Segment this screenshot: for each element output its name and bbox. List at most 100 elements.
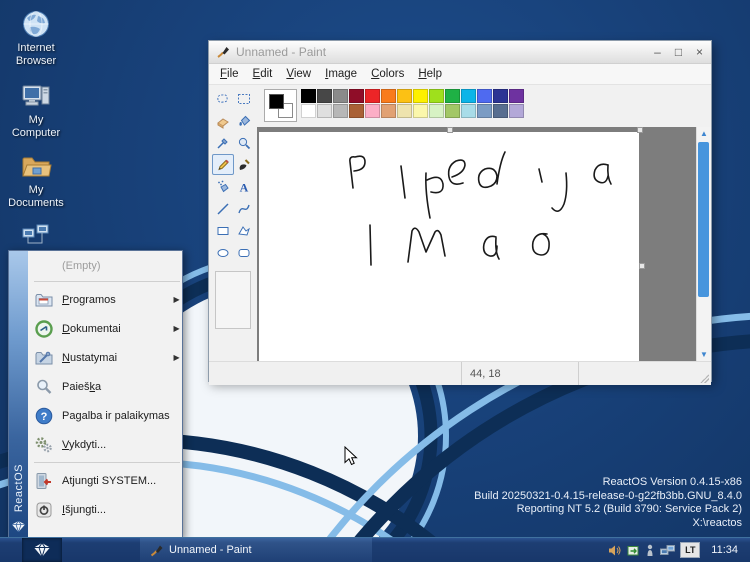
menu-help[interactable]: Help: [411, 66, 449, 82]
volume-icon[interactable]: [608, 544, 622, 557]
menu-edit[interactable]: Edit: [246, 66, 280, 82]
canvas-resize-handle[interactable]: [447, 127, 453, 133]
palette-swatch[interactable]: [493, 104, 508, 118]
submenu-arrow-icon: ▶: [170, 295, 180, 304]
tool-polygon-button[interactable]: [233, 220, 255, 241]
palette-swatch[interactable]: [429, 104, 444, 118]
language-indicator[interactable]: LT: [680, 542, 700, 558]
palette-swatch[interactable]: [461, 89, 476, 103]
tool-eraser-button[interactable]: [212, 110, 234, 131]
start-menu-item-pagalba[interactable]: ? Pagalba ir palaikymas: [28, 401, 186, 430]
submenu-arrow-icon: ▶: [170, 324, 180, 333]
canvas-resize-handle[interactable]: [639, 263, 645, 269]
palette-swatch[interactable]: [381, 104, 396, 118]
desktop-icon-label: Internet Browser: [4, 42, 68, 68]
color-indicator[interactable]: [264, 89, 297, 122]
tool-airbrush-button[interactable]: [212, 176, 234, 197]
desktop-icon-my-computer[interactable]: My Computer: [4, 80, 68, 140]
system-tray: LT 11:34: [608, 538, 746, 562]
svg-text:?: ?: [41, 411, 48, 423]
tool-line-button[interactable]: [212, 198, 234, 219]
paint-palette-bar: [257, 85, 711, 127]
start-menu-item-dokumentai[interactable]: Dokumentai ▶: [28, 314, 186, 343]
tool-rectangle-button[interactable]: [212, 220, 234, 241]
minimize-button[interactable]: –: [648, 43, 667, 61]
menu-view[interactable]: View: [279, 66, 318, 82]
paint-canvas[interactable]: [259, 132, 639, 361]
palette-swatch[interactable]: [509, 104, 524, 118]
palette-swatch[interactable]: [365, 104, 380, 118]
tool-magnifier-button[interactable]: [233, 132, 255, 153]
palette-swatch[interactable]: [509, 89, 524, 103]
menu-image[interactable]: Image: [318, 66, 364, 82]
start-menu-item-isjungti[interactable]: Išjungti...: [28, 495, 186, 524]
scroll-up-icon[interactable]: ▲: [697, 127, 711, 140]
paint-toolbox: A: [209, 85, 258, 361]
palette-swatch[interactable]: [477, 104, 492, 118]
update-tray-icon[interactable]: [627, 544, 640, 557]
palette-swatch[interactable]: [317, 104, 332, 118]
palette-swatch[interactable]: [317, 89, 332, 103]
palette-swatch[interactable]: [413, 89, 428, 103]
menu-colors[interactable]: Colors: [364, 66, 411, 82]
canvas-resize-handle[interactable]: [637, 127, 643, 133]
palette-swatch[interactable]: [429, 89, 444, 103]
tool-free-form-select-button[interactable]: [212, 88, 234, 109]
scrollbar-thumb[interactable]: [698, 142, 709, 297]
desktop-icon-internet-browser[interactable]: Internet Browser: [4, 8, 68, 68]
tool-rounded-rectangle-button[interactable]: [233, 242, 255, 263]
tool-color-picker-button[interactable]: [212, 132, 234, 153]
network-tray-icon[interactable]: [660, 544, 675, 557]
palette-swatch[interactable]: [349, 104, 364, 118]
palette-swatch[interactable]: [349, 89, 364, 103]
palette-swatch[interactable]: [397, 104, 412, 118]
palette-swatch[interactable]: [333, 104, 348, 118]
tool-fill-button[interactable]: [233, 110, 255, 131]
tool-ellipse-button[interactable]: [212, 242, 234, 263]
palette-swatch[interactable]: [301, 104, 316, 118]
palette-swatch[interactable]: [301, 89, 316, 103]
palette-swatch[interactable]: [365, 89, 380, 103]
tool-select-button[interactable]: [233, 88, 255, 109]
start-button[interactable]: [22, 538, 62, 562]
paint-titlebar[interactable]: Unnamed - Paint – □ ×: [209, 41, 711, 64]
os-version-text: ReactOS Version 0.4.15-x86 Build 2025032…: [474, 476, 742, 530]
start-menu-item-paieska[interactable]: Paieška: [28, 372, 186, 401]
menu-separator: [34, 281, 180, 282]
vertical-scrollbar[interactable]: ▲ ▼: [696, 127, 711, 361]
menu-file[interactable]: File: [213, 66, 246, 82]
documents-icon: [34, 319, 54, 339]
tool-brush-button[interactable]: [233, 154, 255, 175]
banner-os-name: ReactOS: [13, 464, 25, 512]
task-label: Unnamed - Paint: [169, 544, 252, 556]
tool-options-panel[interactable]: [215, 271, 251, 329]
paint-work-area: [257, 127, 697, 361]
start-menu-item-atjungti[interactable]: Atjungti SYSTEM...: [28, 466, 186, 495]
start-menu-item-vykdyti[interactable]: Vykdyti...: [28, 430, 186, 459]
tool-text-button[interactable]: A: [233, 176, 255, 197]
start-menu-item-nustatymai[interactable]: Nustatymai ▶: [28, 343, 186, 372]
palette-swatch[interactable]: [413, 104, 428, 118]
desktop-icon-my-documents[interactable]: My Documents: [4, 150, 68, 210]
taskbar-task-unnamed-paint[interactable]: Unnamed - Paint: [140, 538, 372, 562]
palette-swatch[interactable]: [493, 89, 508, 103]
palette-swatch[interactable]: [381, 89, 396, 103]
svg-text:A: A: [240, 180, 249, 194]
palette-swatch[interactable]: [445, 104, 460, 118]
desktop-icon-my-network[interactable]: [4, 220, 68, 254]
palette-swatch[interactable]: [461, 104, 476, 118]
palette-swatch[interactable]: [445, 89, 460, 103]
palette-swatch[interactable]: [333, 89, 348, 103]
close-button[interactable]: ×: [690, 43, 709, 61]
device-tray-icon[interactable]: [645, 544, 655, 557]
maximize-button[interactable]: □: [669, 43, 688, 61]
foreground-color-swatch: [269, 94, 284, 109]
palette-swatch[interactable]: [397, 89, 412, 103]
tool-curve-button[interactable]: [233, 198, 255, 219]
start-menu-item-programos[interactable]: Programos ▶: [28, 285, 186, 314]
palette-swatch[interactable]: [477, 89, 492, 103]
resize-grip[interactable]: [700, 374, 709, 383]
desktop-icon-label: My Computer: [4, 114, 68, 140]
scroll-down-icon[interactable]: ▼: [697, 348, 711, 361]
tool-pencil-button[interactable]: [212, 154, 234, 175]
